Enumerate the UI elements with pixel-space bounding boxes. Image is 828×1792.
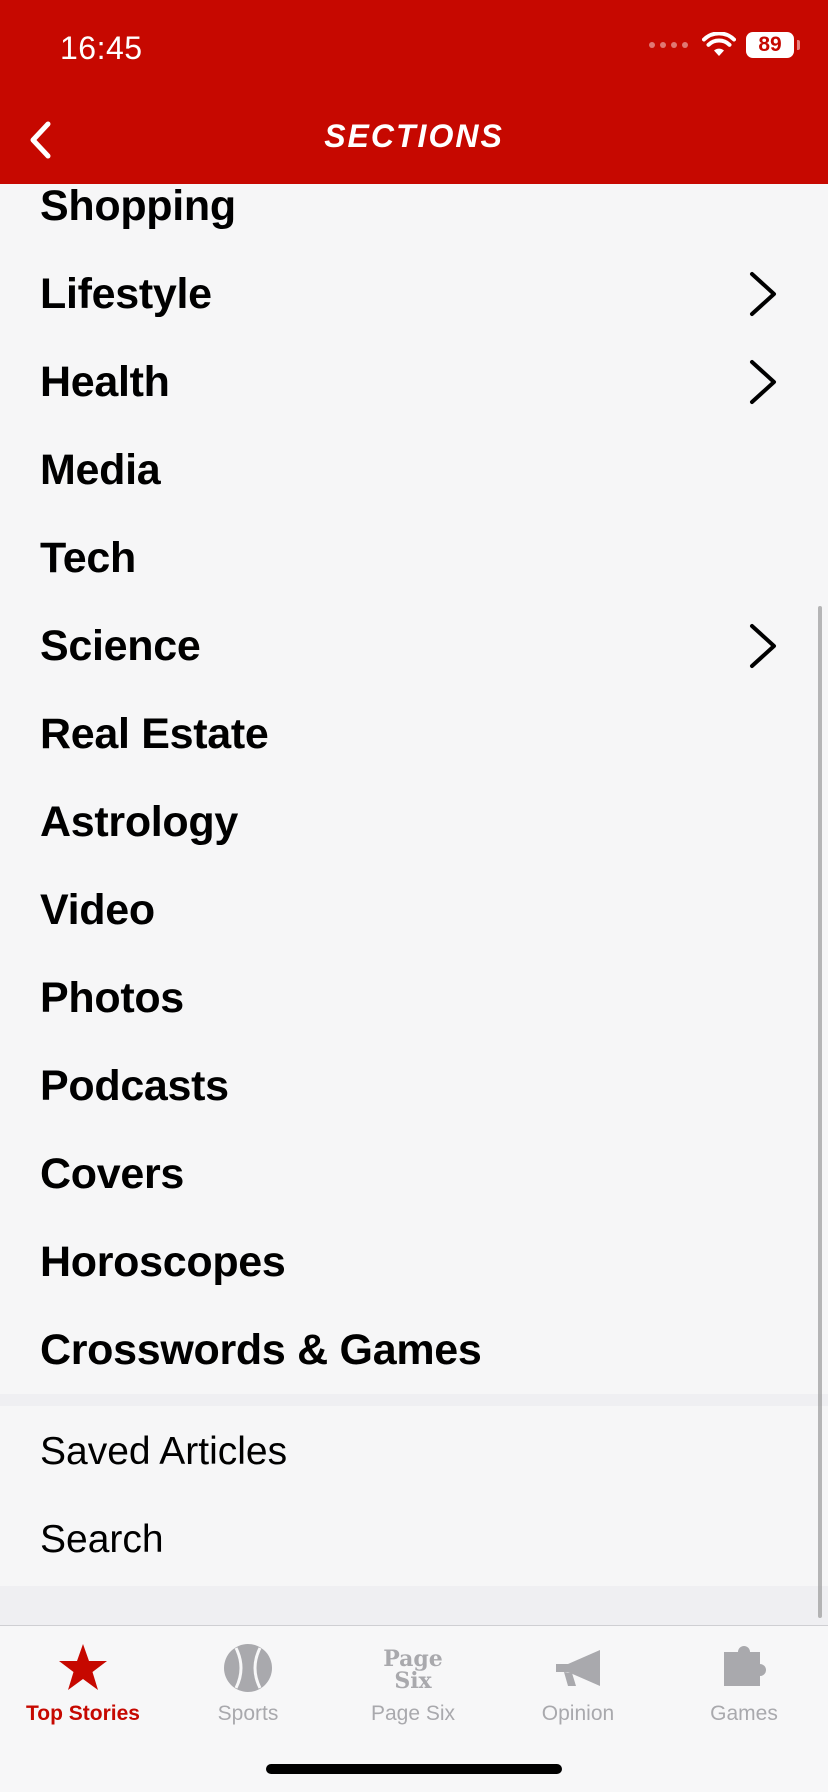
tab-label: Games bbox=[710, 1702, 778, 1725]
chevron-right-icon bbox=[750, 624, 776, 668]
section-item-horoscopes[interactable]: Horoscopes bbox=[0, 1218, 828, 1306]
page-title: SECTIONS bbox=[324, 118, 504, 154]
section-item-crosswords-games[interactable]: Crosswords & Games bbox=[0, 1306, 828, 1394]
section-label: Podcasts bbox=[40, 1061, 229, 1110]
section-label: Horoscopes bbox=[40, 1237, 286, 1286]
status-icons: 89 bbox=[649, 32, 800, 58]
tab-label: Opinion bbox=[541, 1702, 615, 1725]
section-item-health[interactable]: Health bbox=[0, 338, 828, 426]
bottom-spacer bbox=[0, 1586, 828, 1625]
section-item-astrology[interactable]: Astrology bbox=[0, 778, 828, 866]
scrollbar[interactable] bbox=[818, 606, 822, 1618]
section-label: Health bbox=[40, 357, 170, 406]
section-label: Lifestyle bbox=[40, 269, 212, 318]
section-label: Photos bbox=[40, 973, 184, 1022]
tab-opinion[interactable]: Opinion bbox=[498, 1640, 658, 1740]
tab-top-stories[interactable]: Top Stories bbox=[3, 1640, 163, 1740]
section-item-covers[interactable]: Covers bbox=[0, 1130, 828, 1218]
section-label: Covers bbox=[40, 1149, 184, 1198]
star-icon bbox=[59, 1644, 107, 1690]
section-label: Science bbox=[40, 621, 201, 670]
home-indicator[interactable] bbox=[266, 1764, 562, 1774]
page-six-logo-icon: Page Six bbox=[383, 1646, 443, 1694]
section-label: Tech bbox=[40, 533, 136, 582]
section-item-podcasts[interactable]: Podcasts bbox=[0, 1042, 828, 1130]
baseball-icon bbox=[224, 1644, 272, 1692]
chevron-right-icon bbox=[750, 272, 776, 316]
section-item-real-estate[interactable]: Real Estate bbox=[0, 690, 828, 778]
wifi-icon bbox=[702, 32, 736, 56]
section-label: Crosswords & Games bbox=[40, 1325, 482, 1374]
tab-label: Page Six bbox=[370, 1702, 456, 1725]
section-item-media[interactable]: Media bbox=[0, 426, 828, 514]
section-item-shopping[interactable]: Shopping bbox=[0, 162, 828, 250]
tab-label: Top Stories bbox=[26, 1702, 140, 1725]
section-item-video[interactable]: Video bbox=[0, 866, 828, 954]
section-item-science[interactable]: Science bbox=[0, 602, 828, 690]
util-label: Search bbox=[40, 1518, 164, 1561]
megaphone-icon bbox=[556, 1650, 600, 1686]
tab-label: Sports bbox=[217, 1702, 279, 1725]
saved-articles-link[interactable]: Saved Articles bbox=[0, 1408, 828, 1496]
battery-icon: 89 bbox=[746, 32, 800, 58]
tab-sports[interactable]: Sports bbox=[168, 1640, 328, 1740]
section-item-tech[interactable]: Tech bbox=[0, 514, 828, 602]
tab-page-six[interactable]: Page Six Page Six bbox=[333, 1640, 493, 1740]
section-divider bbox=[0, 1394, 828, 1406]
util-label: Saved Articles bbox=[40, 1430, 288, 1473]
cellular-signal-icon bbox=[649, 42, 688, 48]
section-label: Shopping bbox=[40, 181, 236, 230]
section-label: Astrology bbox=[40, 797, 238, 846]
section-item-photos[interactable]: Photos bbox=[0, 954, 828, 1042]
chevron-right-icon bbox=[750, 360, 776, 404]
section-label: Media bbox=[40, 445, 161, 494]
svg-text:Six: Six bbox=[394, 1668, 432, 1694]
section-label: Video bbox=[40, 885, 155, 934]
battery-level: 89 bbox=[758, 33, 782, 56]
section-item-lifestyle[interactable]: Lifestyle bbox=[0, 250, 828, 338]
puzzle-piece-icon bbox=[724, 1646, 766, 1686]
tab-games[interactable]: Games bbox=[664, 1640, 824, 1740]
section-label: Real Estate bbox=[40, 709, 269, 758]
status-time: 16:45 bbox=[60, 30, 143, 66]
top-nav-bar: 16:45 89 SECTIONS bbox=[0, 0, 828, 184]
search-link[interactable]: Search bbox=[0, 1496, 828, 1584]
